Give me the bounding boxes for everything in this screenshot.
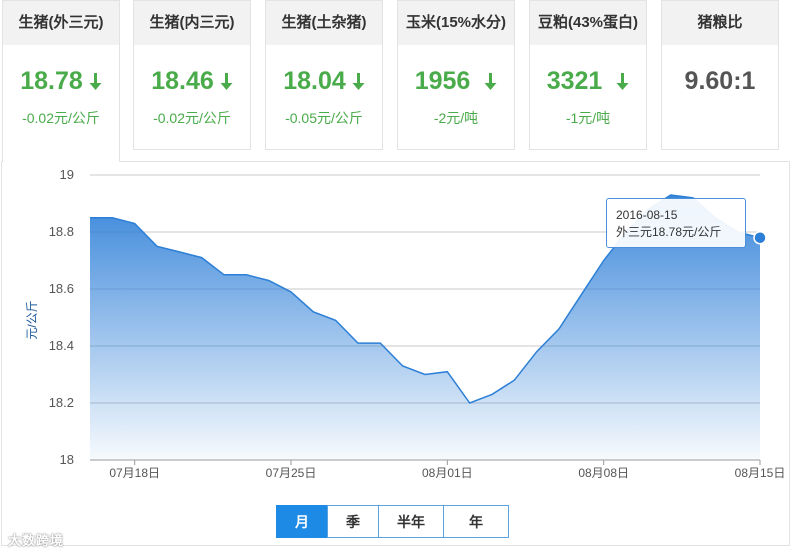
card-title: 玉米(15%水分): [398, 1, 514, 45]
card-change: -0.02元/公斤: [153, 110, 231, 126]
arrow-down-icon: [616, 73, 629, 90]
arrow-down-icon: [352, 73, 365, 90]
y-tick-label: 18.6: [49, 281, 74, 296]
range-quarter-button[interactable]: 季: [327, 505, 379, 538]
arrow-down-icon: [89, 73, 102, 90]
card-value: 3321: [530, 67, 646, 96]
highlighted-data-point[interactable]: [753, 230, 767, 245]
y-tick-label: 19: [60, 167, 74, 182]
y-tick-label: 18.8: [49, 224, 74, 239]
tooltip-value: 外三元18.78元/公斤: [616, 225, 722, 239]
card-pig-local[interactable]: 生猪(土杂猪) 18.04 -0.05元/公斤: [265, 0, 383, 150]
card-change: -0.02元/公斤: [22, 110, 100, 126]
card-title: 生猪(土杂猪): [266, 1, 382, 45]
chart-tooltip: 2016-08-15 外三元18.78元/公斤: [606, 198, 746, 248]
card-change: -1元/吨: [565, 110, 611, 126]
x-tick-label: 07月25日: [266, 466, 317, 480]
card-value: 9.60:1: [684, 67, 756, 95]
card-title: 猪粮比: [662, 1, 778, 45]
x-tick-label: 07月18日: [109, 466, 160, 480]
card-value: 1956: [398, 67, 514, 96]
card-corn[interactable]: 玉米(15%水分) 1956 -2元/吨: [397, 0, 515, 150]
tooltip-date: 2016-08-15: [616, 208, 678, 222]
arrow-down-icon: [220, 73, 233, 90]
x-tick-label: 08月08日: [578, 466, 629, 480]
arrow-down-icon: [484, 73, 497, 90]
y-tick-label: 18.4: [49, 338, 74, 353]
card-value: 18.78: [3, 67, 119, 96]
card-value: 18.46: [134, 67, 250, 96]
card-title: 生猪(外三元): [3, 1, 119, 45]
range-year-button[interactable]: 年: [443, 505, 509, 538]
range-selector: 月 季 半年 年: [276, 505, 509, 538]
range-halfyear-button[interactable]: 半年: [378, 505, 444, 538]
card-pig-grain-ratio[interactable]: 猪粮比 9.60:1: [661, 0, 779, 150]
watermark-logo: 大数跨境: [8, 533, 65, 548]
x-tick-label: 08月15日: [735, 466, 786, 480]
card-title: 豆粕(43%蛋白): [530, 1, 646, 45]
y-tick-label: 18.2: [49, 395, 74, 410]
card-change: -0.05元/公斤: [285, 110, 363, 126]
y-axis-label: 元/公斤: [25, 300, 39, 339]
card-soymeal[interactable]: 豆粕(43%蛋白) 3321 -1元/吨: [529, 0, 647, 150]
card-value: 18.04: [266, 67, 382, 96]
card-pig-outer[interactable]: 生猪(外三元) 18.78 -0.02元/公斤: [2, 0, 120, 162]
card-change: -2元/吨: [433, 110, 479, 126]
y-tick-label: 18: [60, 452, 74, 467]
price-cards: 生猪(外三元) 18.78 -0.02元/公斤 生猪(内三元) 18.46 -0…: [0, 0, 796, 162]
card-title: 生猪(内三元): [134, 1, 250, 45]
x-tick-label: 08月01日: [422, 466, 473, 480]
range-month-button[interactable]: 月: [276, 505, 328, 538]
card-pig-inner[interactable]: 生猪(内三元) 18.46 -0.02元/公斤: [133, 0, 251, 150]
